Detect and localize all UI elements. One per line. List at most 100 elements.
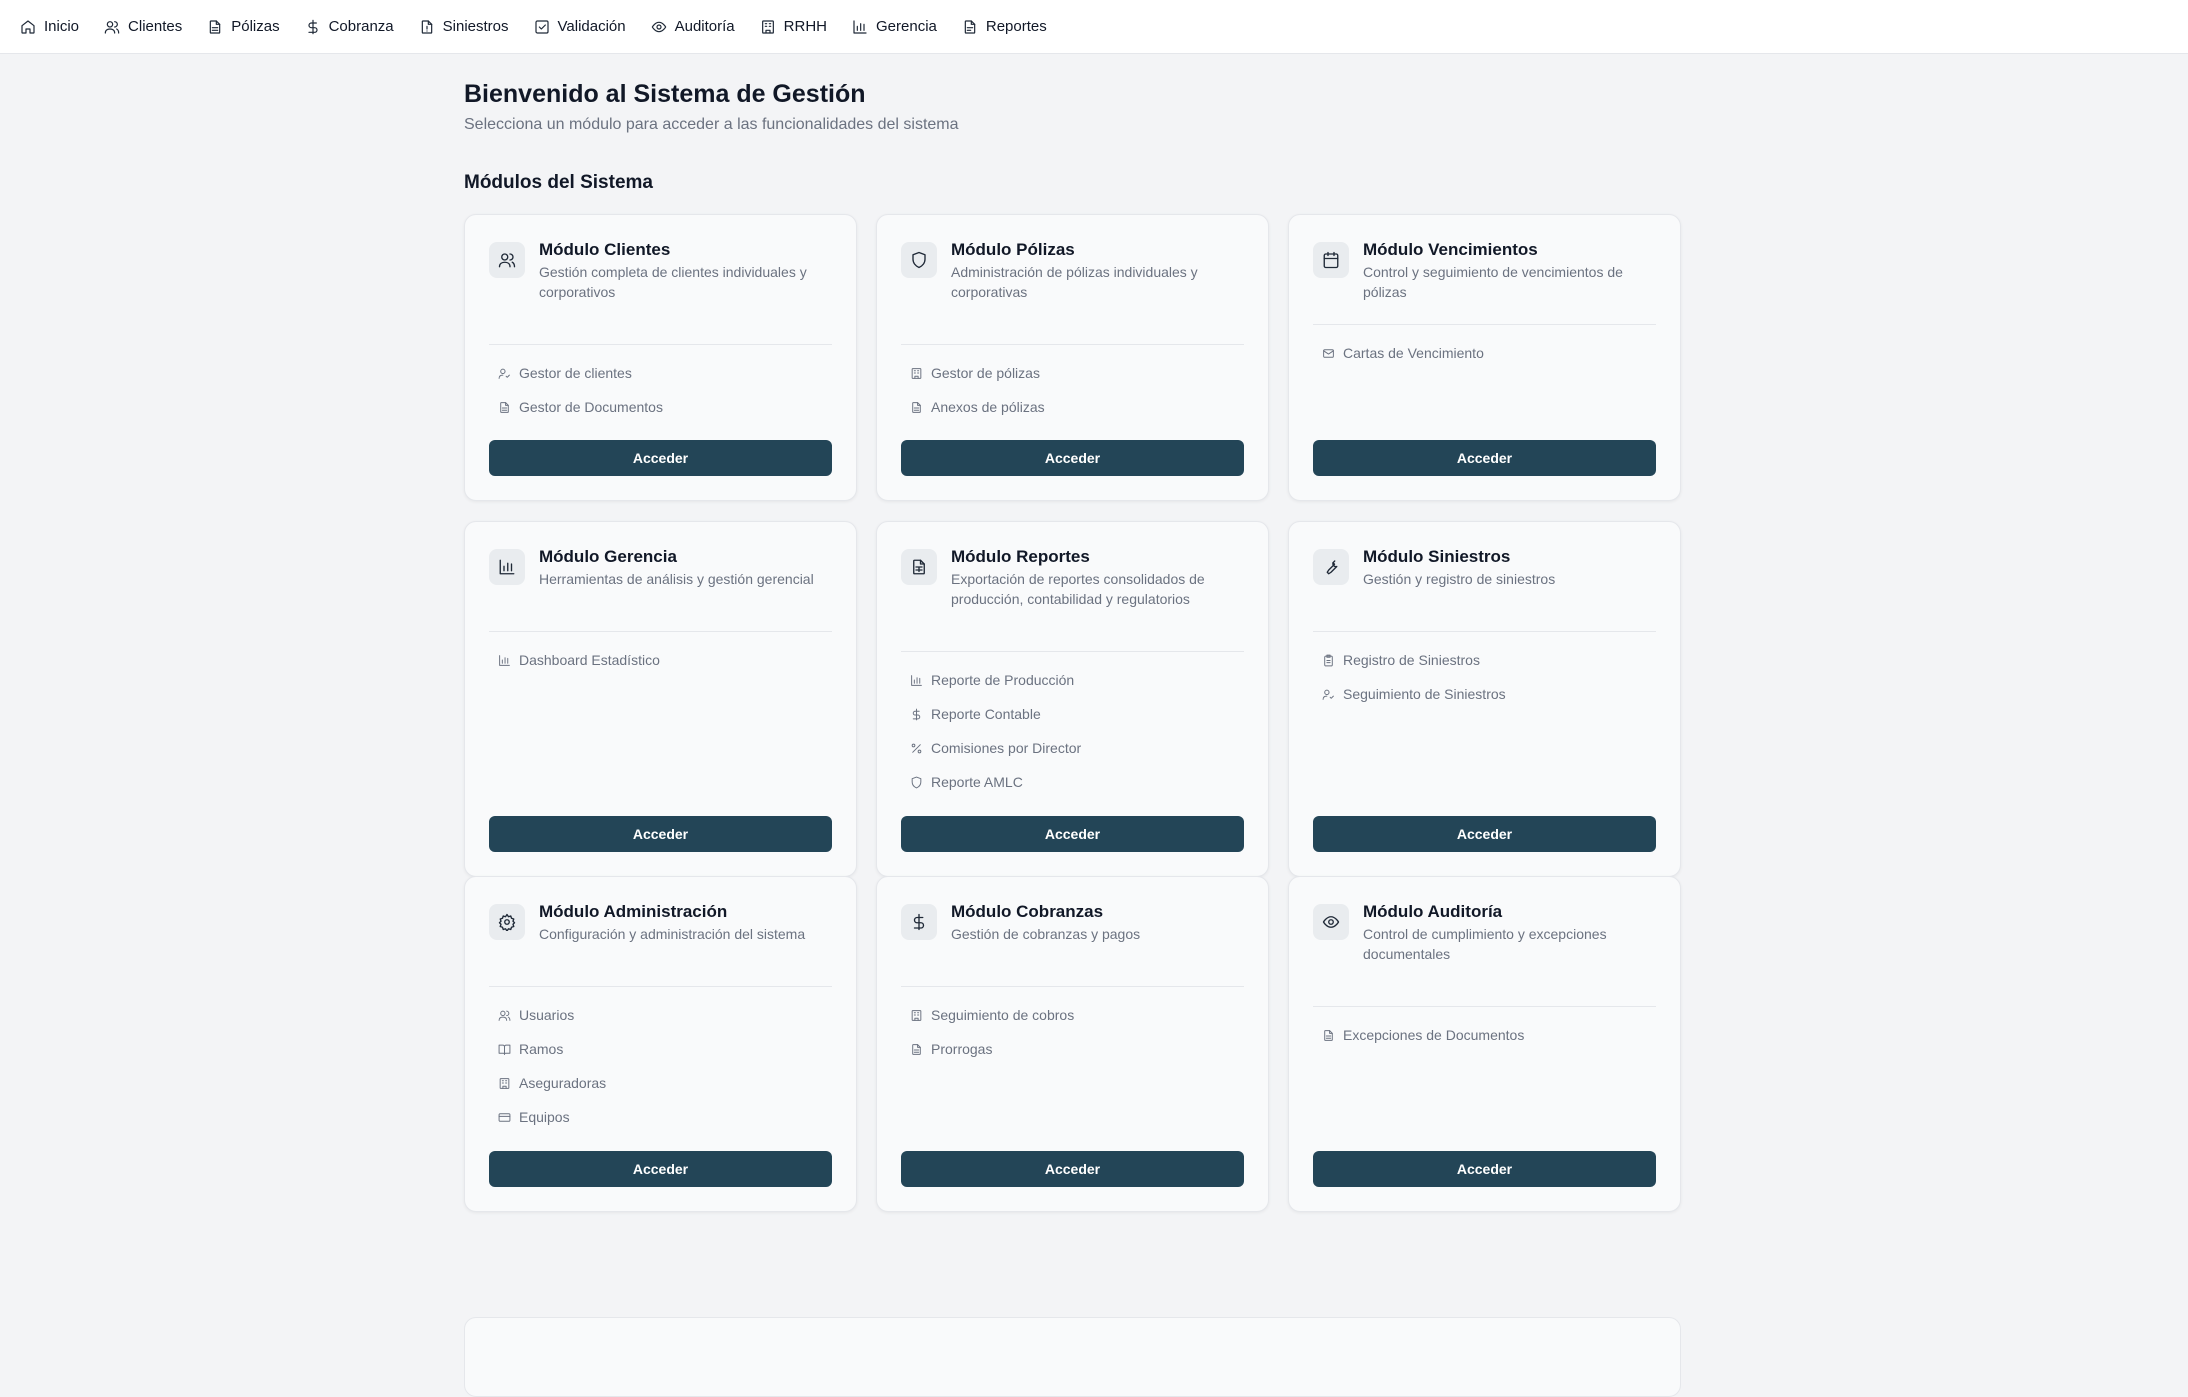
card-link[interactable]: Cartas de Vencimiento bbox=[1322, 336, 1656, 370]
building-icon bbox=[499, 1077, 510, 1089]
access-button[interactable]: Acceder bbox=[489, 816, 832, 852]
card-link-label: Reporte AMLC bbox=[931, 774, 1023, 790]
file-icon bbox=[912, 1043, 921, 1055]
card-link-label: Reporte de Producción bbox=[931, 672, 1075, 688]
card-link[interactable]: Equipos bbox=[498, 1100, 832, 1134]
card-description: Configuración y administración del siste… bbox=[539, 926, 806, 942]
nav-item-label: Gerencia bbox=[876, 18, 937, 35]
card-link[interactable]: Gestor de pólizas bbox=[910, 356, 1244, 390]
card-divider bbox=[1313, 631, 1656, 632]
card-link-label: Equipos bbox=[519, 1109, 570, 1125]
card-icon-box bbox=[1313, 904, 1349, 940]
card-link[interactable]: Dashboard Estadístico bbox=[498, 643, 832, 677]
card-icon bbox=[498, 1112, 511, 1122]
card-link-label: Usuarios bbox=[519, 1007, 575, 1023]
building-icon bbox=[911, 1009, 922, 1021]
users-icon bbox=[498, 253, 516, 268]
wrench-icon bbox=[1326, 560, 1338, 575]
nav-item-label: Cobranza bbox=[328, 18, 394, 35]
card-header: Módulo Reportes Exportación de reportes c… bbox=[901, 546, 1244, 609]
nav-item-siniestros[interactable]: Siniestros bbox=[419, 18, 509, 35]
top-navigation: Inicio Clientes Pólizas Cobranza Siniestros V… bbox=[0, 0, 2188, 54]
card-link[interactable]: Seguimiento de Siniestros bbox=[1322, 677, 1656, 711]
card-icon-box bbox=[901, 904, 937, 940]
eye-icon bbox=[1322, 916, 1340, 928]
card-title: Módulo Siniestros bbox=[1363, 547, 1511, 566]
access-button[interactable]: Acceder bbox=[1313, 816, 1656, 852]
file-icon bbox=[1324, 1029, 1333, 1041]
nav-item-clientes[interactable]: Clientes bbox=[104, 18, 182, 35]
bar-chart-icon bbox=[853, 19, 867, 34]
alert-file-icon bbox=[421, 19, 432, 34]
access-button[interactable]: Acceder bbox=[901, 440, 1244, 476]
card-link[interactable]: Excepciones de Documentos bbox=[1322, 1018, 1656, 1052]
module-card: Módulo Clientes Gestión completa de clien… bbox=[464, 214, 857, 501]
card-link[interactable]: Anexos de pólizas bbox=[910, 390, 1244, 424]
access-button[interactable]: Acceder bbox=[1313, 440, 1656, 476]
card-link[interactable]: Prorrogas bbox=[910, 1032, 1244, 1066]
card-title: Módulo Auditoría bbox=[1363, 902, 1503, 921]
card-link[interactable]: Ramos bbox=[498, 1032, 832, 1066]
card-description: Administración de pólizas individuales y… bbox=[951, 264, 1198, 300]
card-link[interactable]: Gestor de clientes bbox=[498, 356, 832, 390]
users-icon bbox=[498, 1010, 511, 1021]
card-divider bbox=[489, 631, 832, 632]
nav-item-label: Siniestros bbox=[442, 18, 509, 35]
card-link-label: Anexos de pólizas bbox=[931, 399, 1045, 415]
nav-item-cobranza[interactable]: Cobranza bbox=[305, 18, 394, 35]
module-card: Módulo Reportes Exportación de reportes c… bbox=[876, 521, 1269, 877]
card-icon-box bbox=[489, 549, 525, 585]
nav-item-auditoria[interactable]: Auditoría bbox=[651, 18, 735, 35]
percent-icon bbox=[911, 743, 922, 753]
card-header: Módulo Pólizas Administración de pólizas … bbox=[901, 239, 1244, 302]
card-links: Usuarios Ramos Aseguradoras Equipos bbox=[498, 998, 832, 1134]
card-description: Exportación de reportes consolidados de … bbox=[951, 571, 1205, 607]
access-button[interactable]: Acceder bbox=[901, 816, 1244, 852]
card-link[interactable]: Comisiones por Director bbox=[910, 731, 1244, 765]
card-links: Excepciones de Documentos bbox=[1322, 1018, 1656, 1052]
card-title: Módulo Cobranzas bbox=[951, 902, 1104, 921]
card-link[interactable]: Aseguradoras bbox=[498, 1066, 832, 1100]
card-icon-box bbox=[1313, 242, 1349, 278]
shield-icon bbox=[912, 251, 926, 269]
card-link[interactable]: Gestor de Documentos bbox=[498, 390, 832, 424]
bar-chart-icon bbox=[499, 654, 510, 666]
card-link-label: Seguimiento de Siniestros bbox=[1343, 686, 1506, 702]
card-link[interactable]: Reporte de Producción bbox=[910, 663, 1244, 697]
nav-item-label: Validación bbox=[557, 18, 626, 35]
card-description: Herramientas de análisis y gestión geren… bbox=[539, 571, 814, 587]
card-link[interactable]: Registro de Siniestros bbox=[1322, 643, 1656, 677]
mail-icon bbox=[1323, 348, 1334, 358]
card-links: Cartas de Vencimiento bbox=[1322, 336, 1656, 370]
access-button[interactable]: Acceder bbox=[901, 1151, 1244, 1187]
module-card: Módulo Pólizas Administración de pólizas … bbox=[876, 214, 1269, 501]
card-link[interactable]: Usuarios bbox=[498, 998, 832, 1032]
nav-item-inicio[interactable]: Inicio bbox=[20, 18, 79, 35]
nav-item-polizas[interactable]: Pólizas bbox=[207, 18, 280, 35]
card-icon-box bbox=[1313, 549, 1349, 585]
bar-chart-icon bbox=[499, 559, 515, 575]
card-link[interactable]: Reporte AMLC bbox=[910, 765, 1244, 799]
nav-item-gerencia[interactable]: Gerencia bbox=[852, 18, 937, 35]
card-header: Módulo Vencimientos Control y seguimiento… bbox=[1313, 239, 1656, 302]
nav-item-reportes[interactable]: Reportes bbox=[962, 18, 1047, 35]
access-button[interactable]: Acceder bbox=[1313, 1151, 1656, 1187]
card-link[interactable]: Reporte Contable bbox=[910, 697, 1244, 731]
card-description: Gestión de cobranzas y pagos bbox=[951, 926, 1141, 942]
card-header: Módulo Administración Configuración y adm… bbox=[489, 901, 832, 944]
nav-item-validacion[interactable]: Validación bbox=[534, 18, 626, 35]
card-icon-box bbox=[489, 904, 525, 940]
nav-item-label: Reportes bbox=[985, 18, 1047, 35]
users-icon bbox=[104, 20, 120, 34]
clipboard-icon bbox=[1324, 654, 1333, 666]
calendar-icon bbox=[1323, 251, 1339, 269]
nav-item-rrhh[interactable]: RRHH bbox=[760, 18, 827, 35]
access-button[interactable]: Acceder bbox=[489, 440, 832, 476]
module-card: Módulo Auditoría Control de cumplimiento … bbox=[1288, 876, 1681, 1212]
file-text-icon bbox=[964, 19, 976, 34]
card-links: Reporte de Producción Reporte Contable Com… bbox=[910, 663, 1244, 799]
card-link[interactable]: Seguimiento de cobros bbox=[910, 998, 1244, 1032]
check-square-icon bbox=[534, 19, 549, 34]
access-button[interactable]: Acceder bbox=[489, 1151, 832, 1187]
card-link-label: Seguimiento de cobros bbox=[931, 1007, 1075, 1023]
